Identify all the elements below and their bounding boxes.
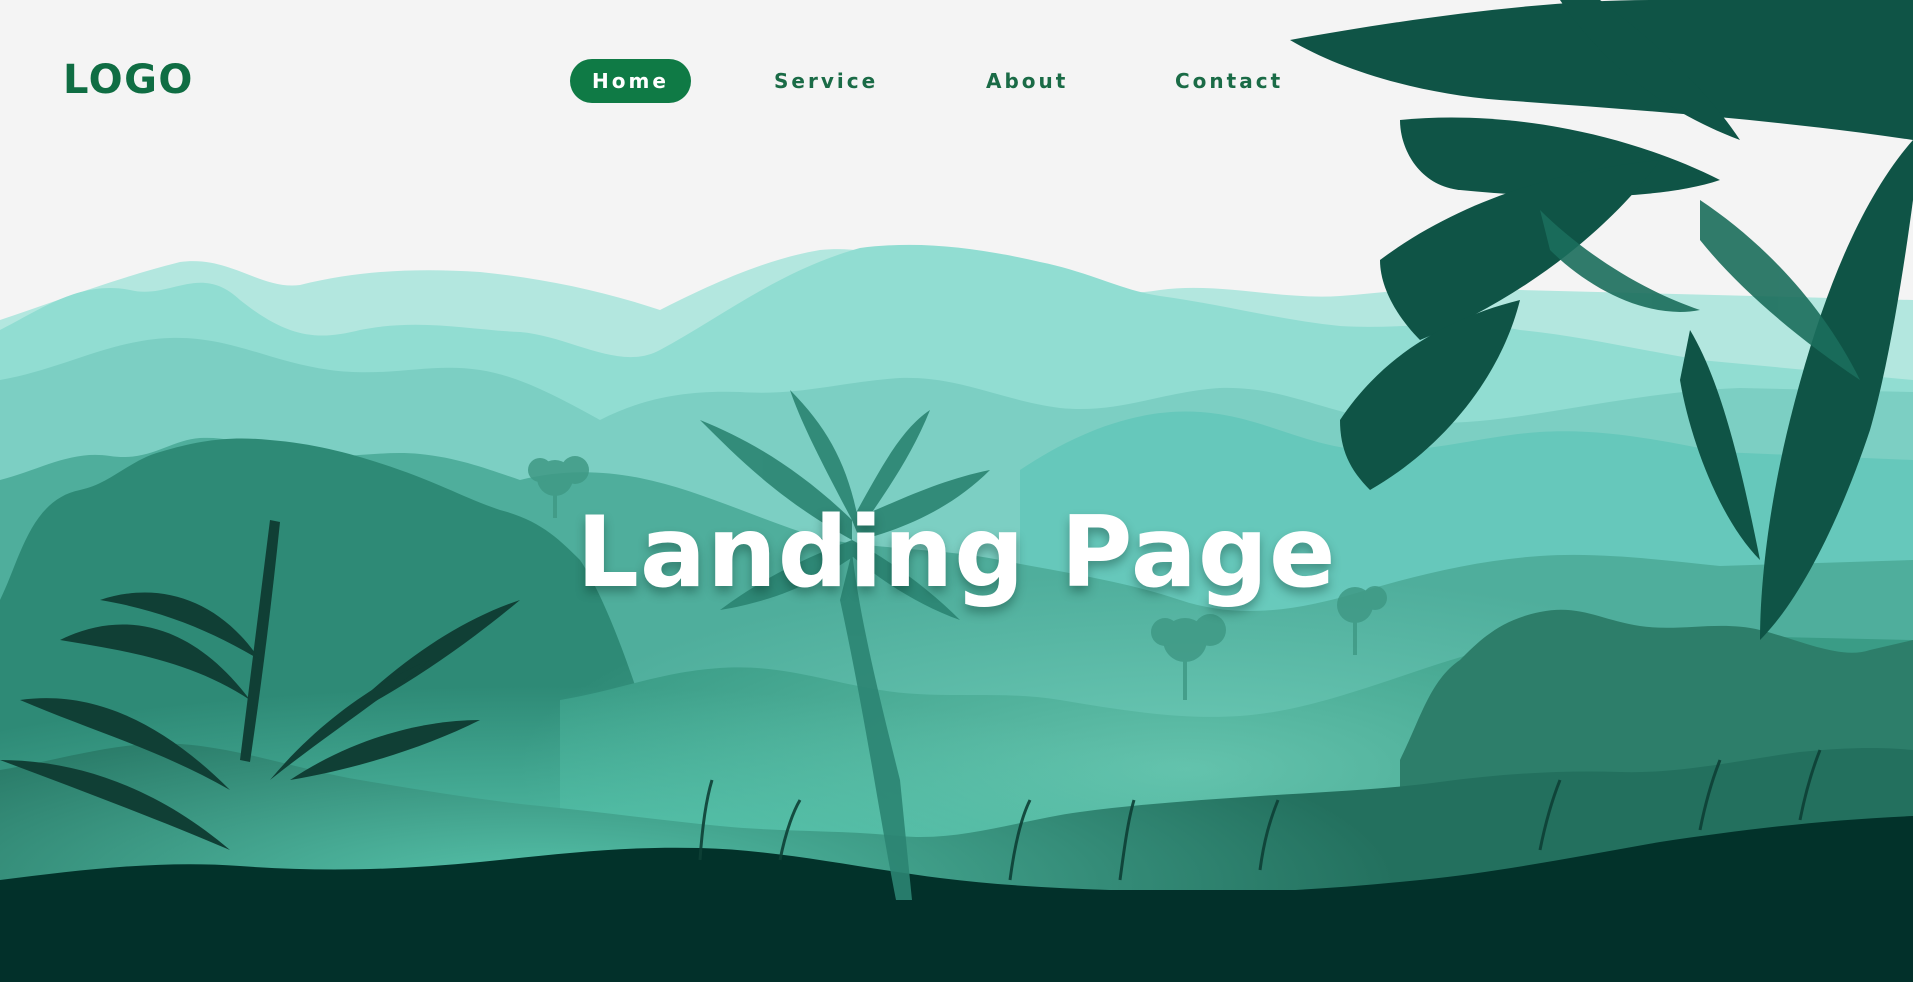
nav-service[interactable]: Service [774, 59, 878, 103]
nav-contact[interactable]: Contact [1175, 59, 1283, 103]
logo[interactable]: LOGO [63, 57, 194, 103]
nav-home[interactable]: Home [570, 59, 691, 103]
hero-title: Landing Page [576, 495, 1337, 610]
nav-about[interactable]: About [986, 59, 1068, 103]
site-header: LOGO Home Service About Contact [0, 0, 1913, 160]
ground-base [0, 890, 1913, 982]
